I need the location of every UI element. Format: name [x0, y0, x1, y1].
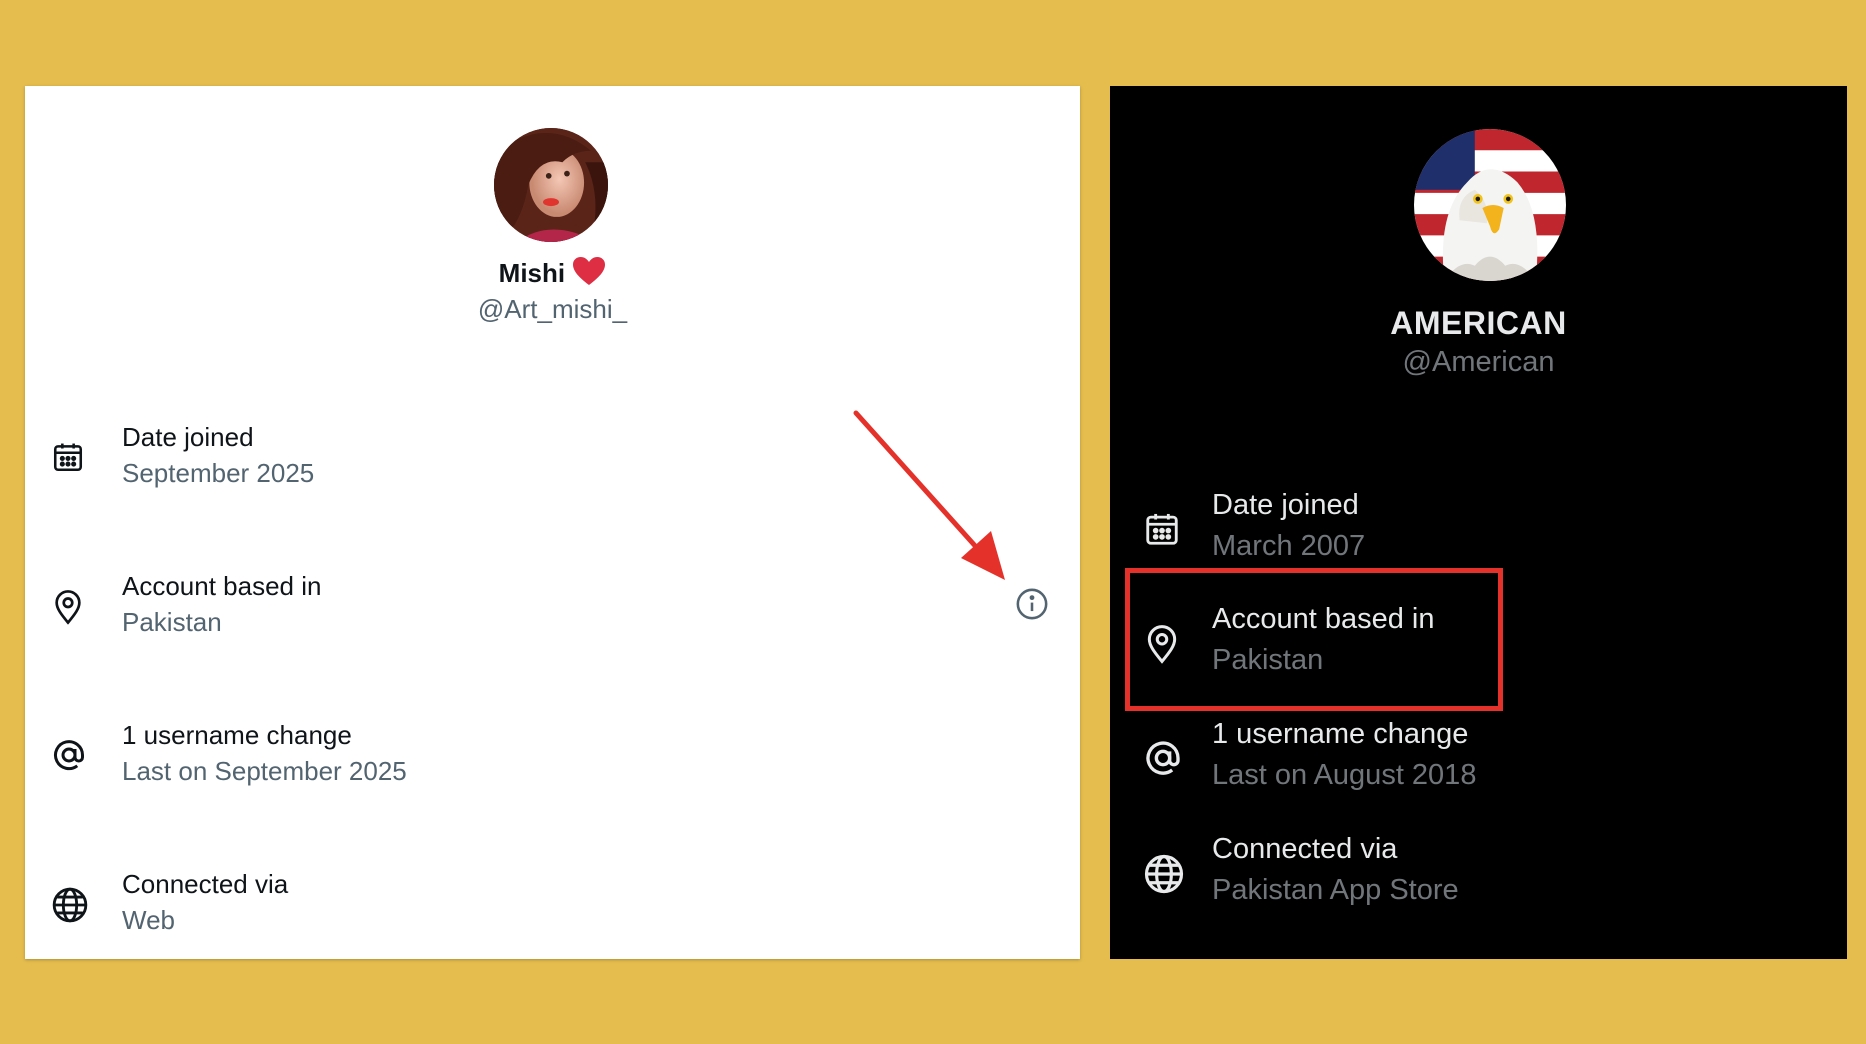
right-profile-handle[interactable]: @American: [1110, 346, 1847, 379]
highlight-box: [1125, 568, 1503, 711]
row-label: Date joined: [1212, 489, 1359, 521]
row-label: Connected via: [1212, 833, 1398, 865]
right-profile-panel: AMERICAN @American Date joined March 200…: [1110, 86, 1847, 959]
row-value: Web: [122, 905, 175, 935]
row-value: Pakistan App Store: [1212, 874, 1459, 906]
calendar-icon: [51, 440, 85, 474]
row-label: Connected via: [122, 869, 289, 899]
globe-icon: [1143, 853, 1185, 895]
left-profile-handle[interactable]: @Art_mishi_: [25, 294, 1080, 325]
left-profile-avatar[interactable]: [494, 128, 608, 242]
info-icon[interactable]: [1015, 587, 1049, 626]
right-profile-avatar[interactable]: [1414, 129, 1566, 281]
row-value: Last on September 2025: [122, 756, 407, 786]
row-value: Pakistan: [122, 607, 222, 637]
heart-icon: [572, 256, 606, 293]
at-sign-icon: [51, 737, 87, 773]
row-label: 1 username change: [1212, 718, 1469, 750]
location-pin-icon: [51, 588, 85, 626]
globe-icon: [51, 886, 89, 924]
row-value: September 2025: [122, 458, 315, 488]
row-value: March 2007: [1212, 530, 1366, 562]
right-profile-name: AMERICAN: [1390, 305, 1567, 341]
row-label: Date joined: [122, 422, 254, 452]
row-label: 1 username change: [122, 720, 352, 750]
row-value: Last on August 2018: [1212, 759, 1477, 791]
row-label: Account based in: [122, 571, 322, 601]
at-sign-icon: [1143, 738, 1183, 778]
calendar-icon: [1143, 510, 1181, 548]
left-profile-name: Mishi: [25, 256, 1080, 293]
left-profile-panel: Mishi @Art_mishi_ Date joined September …: [25, 86, 1080, 959]
